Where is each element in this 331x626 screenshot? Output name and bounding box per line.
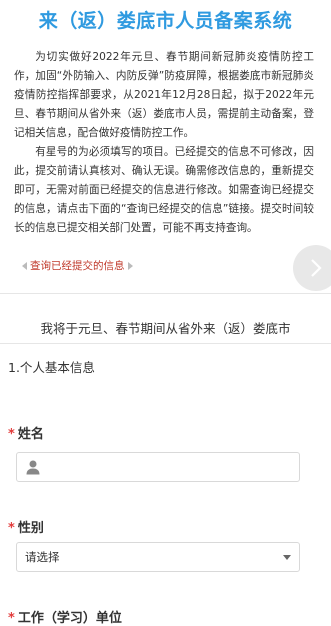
work-label-text: 工作（学习）单位 [17, 611, 122, 626]
statement-text: 我将于元旦、春节期间从省外来（返）娄底市 [40, 321, 291, 336]
triangle-left-icon [22, 261, 27, 270]
name-input[interactable] [16, 452, 300, 482]
notice-paragraph-2: 有星号的为必须填写的项目。已经提交的信息不可修改，因此，提交前请认真核对、确认无… [14, 146, 314, 234]
next-page-button[interactable] [293, 245, 331, 291]
section-title: 1.个人基本信息 [8, 360, 95, 375]
triangle-right-icon [127, 261, 133, 270]
chevron-right-icon [311, 259, 322, 277]
gender-select[interactable]: 请选择 [16, 542, 300, 572]
name-label-text: 姓名 [17, 427, 44, 442]
user-icon [26, 460, 40, 475]
name-label: * 姓名 [8, 423, 44, 442]
caret-down-icon [283, 555, 291, 560]
notice-text: 为切实做好2022年元旦、春节期间新冠肺炎疫情防控工作，加固“外防输入、内防反弹… [14, 48, 314, 238]
gender-label: * 性别 [8, 517, 44, 536]
notice-paragraph-1: 为切实做好2022年元旦、春节期间新冠肺炎疫情防控工作，加固“外防输入、内防反弹… [14, 51, 314, 139]
divider [0, 343, 331, 344]
query-submitted-link[interactable]: 查询已经提交的信息 [22, 258, 133, 273]
gender-select-value: 请选择 [25, 550, 60, 564]
divider [0, 293, 331, 294]
page-title: 来（返）娄底市人员备案系统 [38, 10, 293, 32]
work-label: * 工作（学习）单位 [8, 607, 122, 626]
required-mark: * [8, 427, 15, 442]
query-link-label[interactable]: 查询已经提交的信息 [30, 258, 125, 273]
gender-label-text: 性别 [17, 521, 44, 536]
required-mark: * [8, 521, 15, 536]
required-mark: * [8, 611, 15, 626]
